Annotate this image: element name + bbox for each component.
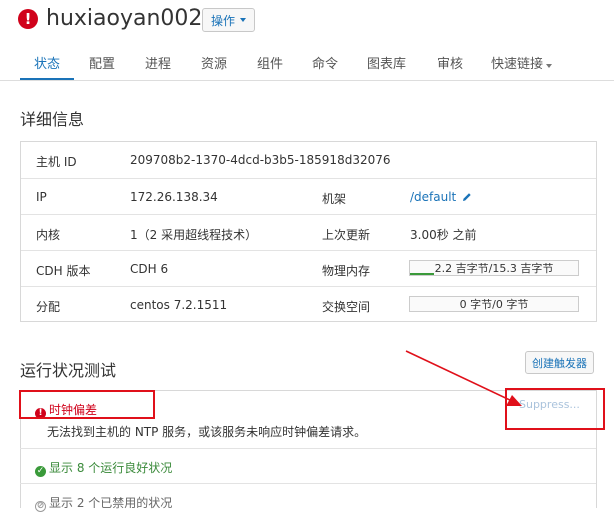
tab-resources[interactable]: 资源 (201, 53, 227, 72)
table-row: IP 172.26.138.34 机架 /default (21, 178, 596, 215)
swap-value: 0 字节/0 字节 (459, 298, 529, 311)
tabs-divider (0, 80, 614, 81)
actions-label: 操作 (211, 13, 236, 28)
physical-memory-value: 2.2 吉字节/15.3 吉字节 (434, 262, 554, 275)
tab-commands[interactable]: 命令 (312, 53, 338, 72)
swap-label: 交换空间 (322, 300, 371, 314)
tab-audits[interactable]: 审核 (437, 53, 463, 72)
physical-memory-label: 物理内存 (322, 264, 371, 278)
tab-status[interactable]: 状态 (34, 53, 60, 72)
chevron-down-icon (240, 18, 247, 22)
table-row: CDH 版本 CDH 6 物理内存 2.2 吉字节/15.3 吉字节 (21, 250, 596, 287)
check-circle-icon: ✓ (35, 465, 46, 477)
cdh-version-label: CDH 版本 (36, 264, 91, 278)
last-update-label: 上次更新 (322, 228, 371, 242)
clock-offset-message: 无法找到主机的 NTP 服务，或该服务未响应时钟偏差请求。 (47, 425, 367, 439)
details-title: 详细信息 (20, 110, 85, 129)
annotation-box-clock-offset (19, 390, 155, 419)
table-row: 分配 centos 7.2.1511 交换空间 0 字节/0 字节 (21, 286, 596, 322)
error-status-icon: ! (18, 9, 38, 29)
ip-value: 172.26.138.34 (130, 190, 218, 204)
show-disabled-health-link[interactable]: ⊘ 显示 2 个已禁用的状况 (35, 494, 172, 512)
quick-links-label: 快速链接 (491, 57, 544, 72)
health-tests-title: 运行状况测试 (20, 361, 117, 380)
tab-quick-links[interactable]: 快速链接 (491, 53, 553, 72)
swap-meter: 0 字节/0 字节 (409, 296, 579, 312)
tab-components[interactable]: 组件 (257, 53, 283, 72)
ip-label: IP (36, 190, 47, 204)
pencil-edit-icon[interactable] (462, 192, 472, 202)
annotation-arrow (405, 350, 522, 406)
distribution-value: centos 7.2.1511 (130, 298, 228, 312)
tab-processes[interactable]: 进程 (145, 53, 171, 72)
cores-label: 内核 (36, 228, 61, 242)
table-row: 内核 1（2 采用超线程技术） 上次更新 3.00秒 之前 (21, 214, 596, 251)
details-table: 主机 ID 209708b2-1370-4dcd-b3b5-185918d320… (20, 141, 597, 322)
table-row: 主机 ID 209708b2-1370-4dcd-b3b5-185918d320… (21, 142, 596, 178)
health-divider (20, 483, 596, 484)
host-title: huxiaoyan002 (46, 6, 203, 31)
disabled-health-label: 显示 2 个已禁用的状况 (49, 496, 173, 510)
health-divider (20, 448, 596, 449)
physical-memory-meter: 2.2 吉字节/15.3 吉字节 (409, 260, 579, 276)
distribution-label: 分配 (36, 300, 61, 314)
chevron-down-icon (546, 64, 553, 68)
disabled-circle-icon: ⊘ (35, 500, 46, 512)
host-id-value: 209708b2-1370-4dcd-b3b5-185918d32076 (130, 153, 391, 167)
good-health-label: 显示 8 个运行良好状况 (49, 461, 173, 475)
show-good-health-link[interactable]: ✓ 显示 8 个运行良好状况 (35, 459, 172, 477)
last-update-value: 3.00秒 之前 (410, 228, 477, 242)
rack-value: /default (410, 190, 457, 204)
create-trigger-button[interactable]: 创建触发器 (525, 351, 594, 374)
cores-value: 1（2 采用超线程技术） (130, 228, 258, 242)
actions-dropdown-button[interactable]: 操作 (202, 8, 256, 32)
tab-configuration[interactable]: 配置 (89, 53, 115, 72)
rack-label: 机架 (322, 192, 347, 206)
physical-memory-fill (410, 273, 435, 275)
tab-charts-library[interactable]: 图表库 (367, 53, 406, 72)
cdh-version-value: CDH 6 (130, 262, 169, 276)
host-id-label: 主机 ID (36, 155, 77, 169)
rack-link[interactable]: /default (410, 190, 472, 204)
